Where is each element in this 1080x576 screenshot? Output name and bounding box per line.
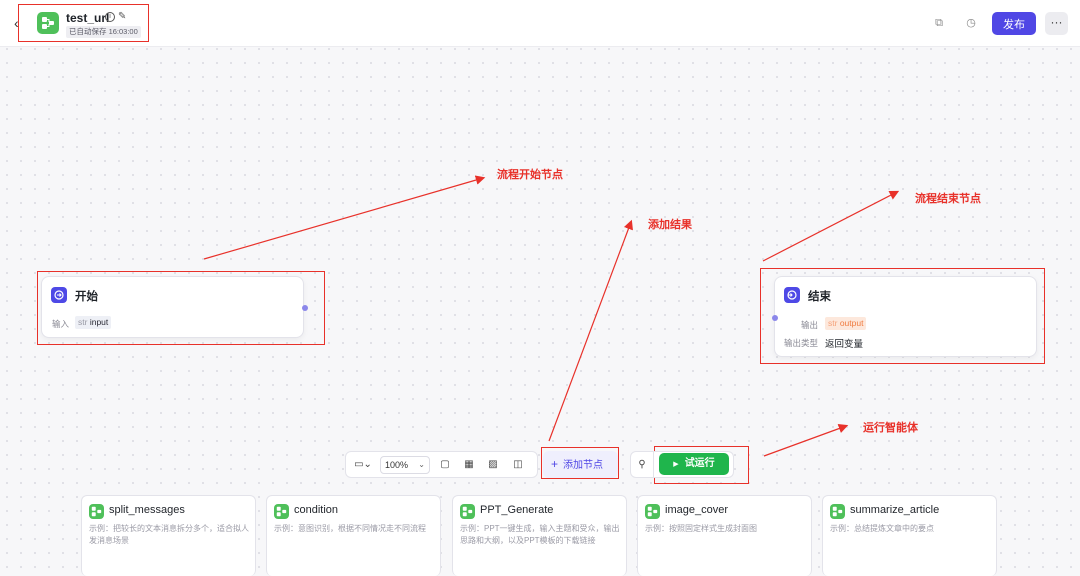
- start-node-title: 开始: [75, 291, 98, 303]
- output-kind-label: 输出类型: [784, 338, 819, 348]
- tool-card[interactable]: PPT_Generate 示例：PPT一键生成，输入主题和受众，输出思路和大纲，…: [452, 495, 627, 576]
- tool-name: image_cover: [665, 504, 728, 516]
- tool-card[interactable]: image_cover 示例：按照固定样式生成封面图: [637, 495, 812, 576]
- minimap-icon[interactable]: ▭⌄: [352, 458, 374, 472]
- arrow-run: [763, 423, 849, 457]
- start-node[interactable]: 开始 输入 str input: [41, 276, 308, 338]
- end-icon: [784, 287, 800, 303]
- tool-icon: [460, 504, 475, 519]
- input-label: 输入: [52, 319, 70, 329]
- end-node[interactable]: 结束 输出 str output 输出类型 返回变量: [772, 276, 1037, 357]
- arrow-start: [203, 175, 486, 260]
- annotation-add-result: 添加结果: [648, 219, 692, 231]
- play-icon: ▶: [673, 461, 679, 468]
- arrow-add-result: [548, 219, 633, 442]
- annotation-end: 流程结束节点: [915, 193, 981, 205]
- tool-desc: 示例：PPT一键生成，输入主题和受众，输出思路和大纲，以及PPT模板的下载链接: [460, 524, 620, 545]
- input-type: str: [78, 317, 88, 327]
- arrow-end: [762, 190, 900, 262]
- input-variable-tag: str input: [75, 316, 112, 329]
- tool-card[interactable]: split_messages 示例：把较长的文本消息拆分多个，适合拟人发消息场景: [81, 495, 256, 576]
- tool-desc: 示例：把较长的文本消息拆分多个，适合拟人发消息场景: [89, 524, 249, 545]
- add-node-label: 添加节点: [563, 460, 604, 471]
- start-icon: [51, 287, 67, 303]
- tool-icon: [645, 504, 660, 519]
- output-name: output: [839, 318, 864, 328]
- test-run-label: 试运行: [684, 458, 715, 469]
- output-kind-value: 返回变量: [825, 339, 864, 350]
- debug-tool-icon[interactable]: ⚲: [630, 451, 654, 478]
- tool-name: condition: [294, 504, 339, 516]
- output-type: str: [828, 318, 838, 328]
- tool-name: PPT_Generate: [480, 504, 554, 516]
- add-node-button[interactable]: + 添加节点: [543, 451, 618, 478]
- test-run-button[interactable]: ▶ 试运行: [659, 453, 729, 475]
- zoom-value: 100%: [385, 460, 409, 470]
- tool-icon: [274, 504, 289, 519]
- comment-icon[interactable]: ▢: [438, 458, 452, 472]
- tool-card[interactable]: summarize_article 示例：总结提炼文章中的要点: [822, 495, 997, 576]
- output-label: 输出: [801, 320, 819, 330]
- tool-desc: 示例：意图识别，根据不同情况走不同流程: [274, 524, 426, 533]
- zoom-select[interactable]: 100% ⌄: [380, 456, 430, 474]
- canvas-toolbar: ▭⌄ 100% ⌄ ▢ ▦ ▨ ◫: [345, 451, 538, 478]
- plus-icon: +: [551, 457, 559, 471]
- annotation-start: 流程开始节点: [497, 169, 563, 181]
- tool-name: summarize_article: [850, 504, 940, 516]
- start-output-port[interactable]: [302, 305, 308, 311]
- annotation-run: 运行智能体: [863, 422, 918, 434]
- screenshot-icon[interactable]: ◫: [511, 458, 525, 472]
- output-variable-tag: str output: [825, 317, 867, 330]
- layout-grid-icon[interactable]: ▦: [462, 458, 476, 472]
- end-node-title: 结束: [808, 291, 831, 303]
- input-name: input: [89, 317, 109, 327]
- tool-name: split_messages: [109, 504, 185, 516]
- image-icon[interactable]: ▨: [486, 458, 500, 472]
- highlight-title: [18, 4, 149, 42]
- tool-card[interactable]: condition 示例：意图识别，根据不同情况走不同流程: [266, 495, 441, 576]
- tool-icon: [89, 504, 104, 519]
- tool-icon: [830, 504, 845, 519]
- tool-desc: 示例：总结提炼文章中的要点: [830, 524, 934, 533]
- tool-desc: 示例：按照固定样式生成封面图: [645, 524, 757, 533]
- end-input-port[interactable]: [772, 315, 778, 321]
- chevron-down-icon: ⌄: [418, 460, 425, 469]
